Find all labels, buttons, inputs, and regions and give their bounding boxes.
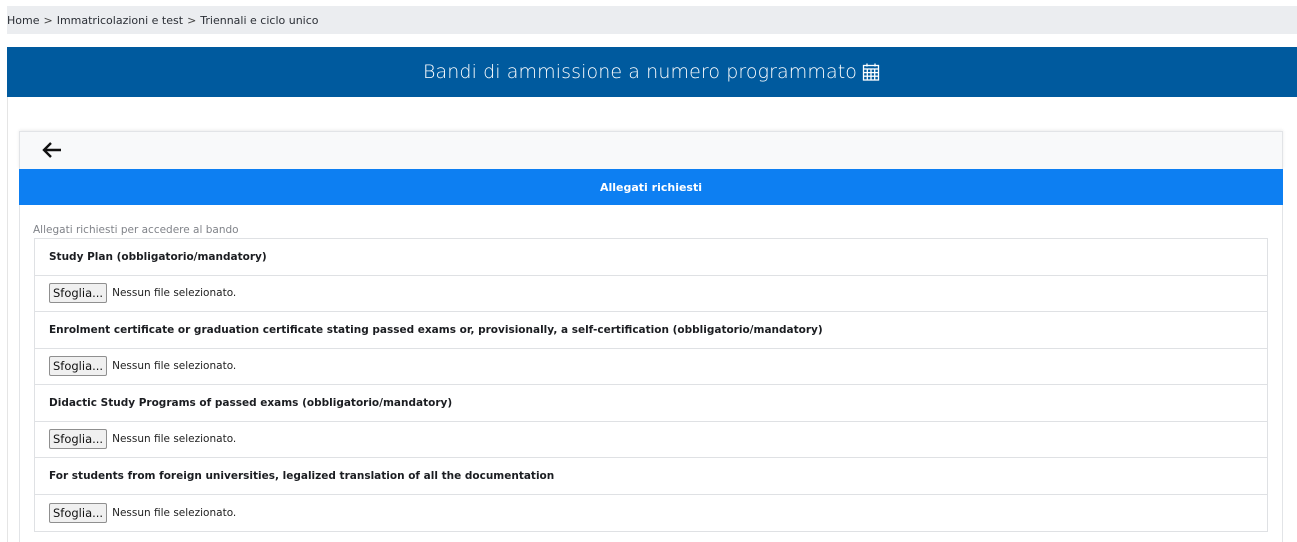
attachment-file-row: Sfoglia... Nessun file selezionato. — [35, 349, 1267, 385]
attachment-title-row: Enrolment certificate or graduation cert… — [35, 312, 1267, 349]
arrow-left-icon — [42, 142, 61, 158]
browse-file-button[interactable]: Sfoglia... — [49, 502, 108, 523]
page-header: Bandi di ammissione a numero programmato — [7, 47, 1297, 97]
back-button[interactable] — [39, 138, 65, 162]
file-status: Nessun file selezionato. — [112, 360, 237, 373]
back-toolbar — [19, 131, 1283, 169]
attachment-title-row: For students from foreign universities, … — [35, 458, 1267, 495]
breadcrumb: Home > Immatricolazioni e test > Trienna… — [7, 6, 1297, 34]
file-status: Nessun file selezionato. — [112, 287, 237, 300]
attachment-file-row: Sfoglia... Nessun file selezionato. — [35, 495, 1267, 532]
attachment-title: Didactic Study Programs of passed exams … — [49, 396, 453, 409]
section-header: Allegati richiesti — [19, 169, 1283, 205]
section-title: Allegati richiesti — [599, 180, 703, 194]
page-title: Bandi di ammissione a numero programmato — [423, 61, 857, 83]
browse-file-button[interactable]: Sfoglia... — [49, 356, 108, 377]
attachment-title: Enrolment certificate or graduation cert… — [49, 323, 823, 336]
breadcrumb-separator: > — [187, 13, 197, 27]
browse-file-button[interactable]: Sfoglia... — [49, 429, 108, 450]
content-divider — [7, 97, 8, 542]
attachment-file-row: Sfoglia... Nessun file selezionato. — [35, 276, 1267, 312]
breadcrumb-current: Triennali e ciclo unico — [200, 13, 319, 27]
attachments-intro: Allegati richiesti per accedere al bando — [33, 224, 239, 236]
breadcrumb-home[interactable]: Home — [7, 14, 39, 27]
file-status: Nessun file selezionato. — [112, 433, 237, 446]
file-status: Nessun file selezionato. — [112, 506, 237, 519]
browse-file-button[interactable]: Sfoglia... — [49, 283, 108, 304]
attachment-title-row: Didactic Study Programs of passed exams … — [35, 385, 1267, 422]
breadcrumb-separator: > — [43, 13, 53, 27]
attachment-title: For students from foreign universities, … — [49, 469, 555, 482]
attachment-file-row: Sfoglia... Nessun file selezionato. — [35, 422, 1267, 458]
breadcrumb-immatricolazioni[interactable]: Immatricolazioni e test — [57, 14, 183, 27]
attachment-title-row: Study Plan (obbligatorio/mandatory) — [35, 239, 1267, 276]
attachment-title: Study Plan (obbligatorio/mandatory) — [49, 250, 267, 263]
calendar-icon — [862, 63, 880, 81]
attachments-list: Study Plan (obbligatorio/mandatory) Sfog… — [34, 238, 1268, 532]
